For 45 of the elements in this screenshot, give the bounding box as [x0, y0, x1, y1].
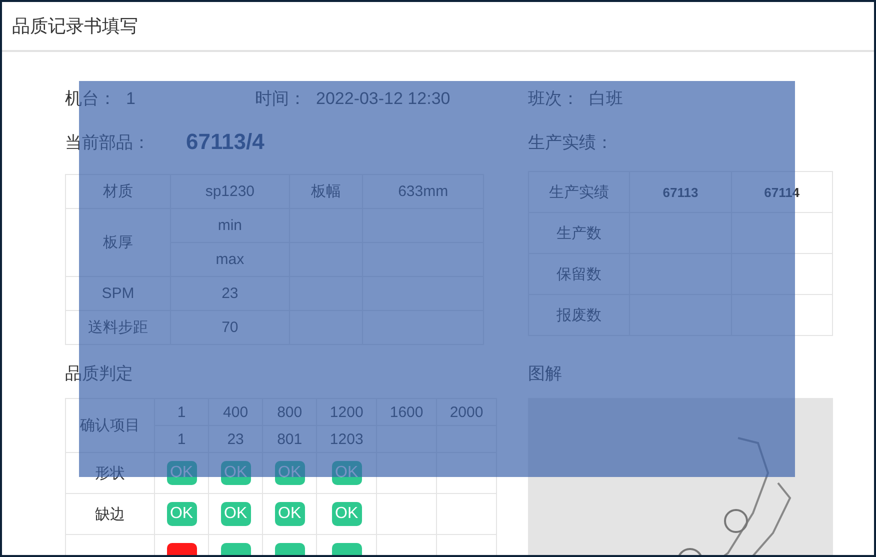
window-title: 品质记录书填写 [12, 15, 138, 38]
column-header: 1200 [316, 398, 377, 426]
table-cell: 70 [170, 310, 290, 344]
section-title: 图解 [528, 362, 562, 384]
info-value: 白班 [589, 89, 623, 108]
column-header: 67113 [630, 172, 732, 212]
result-badge: OK [332, 502, 362, 526]
column-header: 生产实绩 [528, 172, 630, 212]
column-header: 1 [154, 398, 209, 426]
row-header: SPM [66, 276, 170, 310]
result-badge: OK [274, 502, 305, 526]
result-badge: OK [166, 461, 197, 485]
result-badge: OK [332, 461, 362, 485]
column-header: 400 [208, 398, 263, 426]
table-cell: 23 [208, 426, 263, 452]
column-header: 800 [262, 398, 317, 426]
table-cell: 801 [262, 426, 317, 452]
table-cell: 1 [154, 426, 209, 452]
result-badge: OK [220, 461, 251, 485]
column-header: 2000 [436, 398, 496, 426]
table-cell: 23 [170, 276, 290, 310]
table-cell: min [170, 208, 290, 242]
row-header: 报废数 [528, 294, 630, 336]
info-value: 1 [126, 89, 136, 108]
row-header: 送料步距 [66, 310, 170, 344]
info-label: 时间： [255, 89, 306, 108]
column-header: 1600 [376, 398, 437, 426]
row-header: 缺边 [66, 494, 154, 534]
column-header: 确认项目 [66, 398, 154, 452]
table-cell: 1203 [316, 426, 377, 452]
row-header: 生产数 [528, 212, 630, 254]
section-title: 生产实绩： [528, 132, 613, 154]
result-badge: OK [220, 502, 251, 526]
part-number: 67113/4 [186, 129, 264, 155]
table-cell: 633mm [362, 174, 484, 208]
info-value: 2022-03-12 12:30 [316, 89, 450, 108]
table-cell: 板幅 [289, 174, 363, 208]
row-header: 保留数 [528, 254, 630, 294]
row-header: 材质 [66, 174, 170, 208]
row-header: 板厚 [66, 208, 170, 276]
table-cell: sp1230 [170, 174, 290, 208]
table-cell: max [170, 242, 290, 276]
info-label: 班次： [528, 89, 579, 108]
result-badge: OK [274, 461, 305, 485]
result-badge: OK [166, 502, 197, 526]
